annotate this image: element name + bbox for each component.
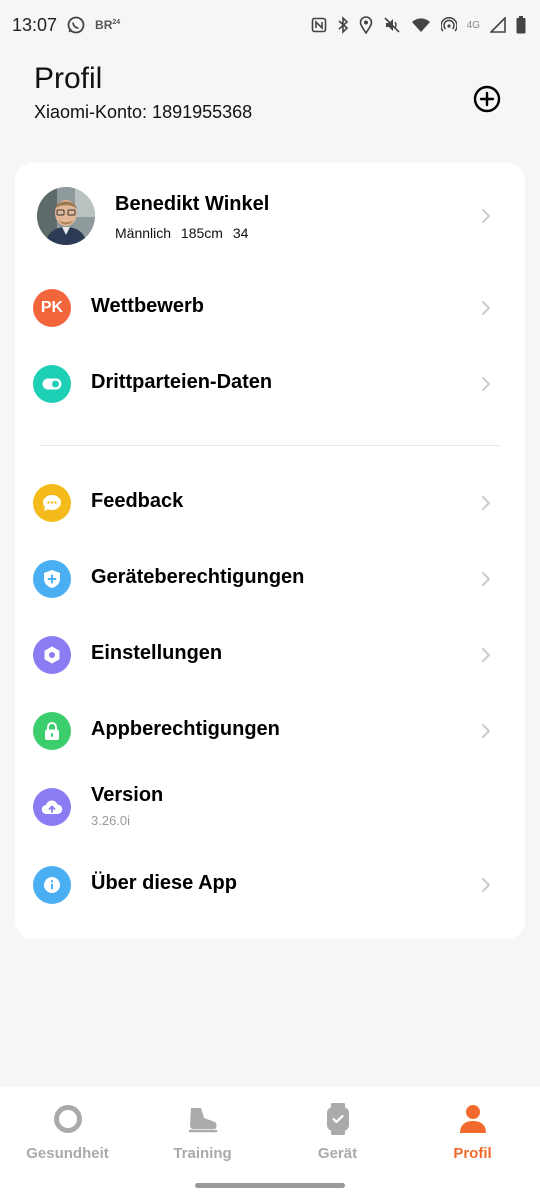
menu-item-drittparteien-daten[interactable]: Drittparteien-Daten [15,356,525,412]
add-button[interactable] [471,85,503,117]
avatar [37,187,95,245]
bluetooth-icon [337,16,349,34]
chevron-right-icon [481,876,491,894]
mute-icon [383,16,401,34]
hexagon-gear-icon [33,636,71,674]
status-left: 13:07 BR24 [12,15,120,36]
status-time: 13:07 [12,14,58,35]
shoe-icon [186,1103,220,1135]
watch-icon [321,1103,355,1135]
info-icon [33,866,71,904]
menu-item-wettbewerb[interactable]: PK Wettbewerb [15,280,525,336]
battery-icon [516,16,526,34]
version-number: 3.26.0i [91,813,131,828]
nav-tab-label: Profil [453,1145,492,1162]
network-type-label: 4G [466,19,480,31]
page-title: Profil [34,62,103,95]
menu-item-label: Drittparteien-Daten [91,371,273,393]
menu-item-label: Über diese App [91,872,237,894]
location-icon [359,16,373,34]
toggle-icon [33,365,71,403]
nav-tab-profil[interactable]: Profil [405,1087,540,1200]
nav-tab-label: Gerät [317,1145,358,1162]
hotspot-icon [440,17,457,33]
section-divider [40,445,500,446]
status-right: 4G [311,16,526,34]
menu-item-label: Wettbewerb [91,295,204,317]
nav-tab-label: Training [173,1145,232,1162]
br24-logo-sup: 24 [112,19,121,26]
pk-icon: PK [33,289,71,327]
person-icon [456,1103,490,1135]
home-indicator[interactable] [195,1183,345,1188]
br24-logo-text: BR [95,18,113,32]
nfc-icon [311,17,327,33]
menu-item-label: Einstellungen [91,642,223,664]
menu-item-label: Geräteberechtigungen [91,566,305,588]
menu-item-label: Appberechtigungen [91,718,280,740]
profile-summary-row[interactable]: Benedikt Winkel Männlich 185cm 34 [15,185,525,247]
profile-age: 34 [232,225,249,241]
menu-item-einstellungen[interactable]: Einstellungen [15,627,525,683]
menu-item-appberechtigungen[interactable]: Appberechtigungen [15,703,525,759]
menu-item-feedback[interactable]: Feedback [15,475,525,531]
shield-plus-icon [33,560,71,598]
profile-height: 185cm [180,225,223,241]
account-id-label: Xiaomi-Konto: 1891955368 [34,102,253,122]
menu-item-label: Feedback [91,490,184,512]
lock-icon [33,712,71,750]
status-bar: 13:07 BR24 4G [0,0,540,50]
chevron-right-icon [481,646,491,664]
menu-item-geraeteberechtigungen[interactable]: Geräteberechtigungen [15,551,525,607]
wifi-icon [411,17,431,33]
chevron-right-icon [481,299,491,317]
br24-logo-icon: BR24 [95,18,120,32]
nav-tab-label: Gesundheit [26,1145,109,1162]
profile-details: Männlich 185cm 34 [115,225,254,241]
signal-icon [490,17,506,33]
cloud-upload-icon [33,788,71,826]
menu-item-version[interactable]: Version 3.26.0i [15,779,525,835]
page-header: Profil Xiaomi-Konto: 1891955368 [34,62,252,123]
chevron-right-icon [481,494,491,512]
menu-item-label: Version [91,784,164,806]
profile-name: Benedikt Winkel [115,193,270,215]
nav-tab-gesundheit[interactable]: Gesundheit [0,1087,135,1200]
menu-item-ueber-diese-app[interactable]: Über diese App [15,857,525,913]
whatsapp-icon [67,16,85,34]
chat-bubble-icon [33,484,71,522]
chevron-right-icon [481,722,491,740]
chevron-right-icon [481,375,491,393]
ring-icon [51,1103,85,1135]
profile-gender: Männlich [115,225,172,241]
chevron-right-icon [481,570,491,588]
add-circle-icon [473,85,501,118]
profile-menu-card: Benedikt Winkel Männlich 185cm 34 PK Wet… [15,163,525,939]
chevron-right-icon [481,207,491,225]
